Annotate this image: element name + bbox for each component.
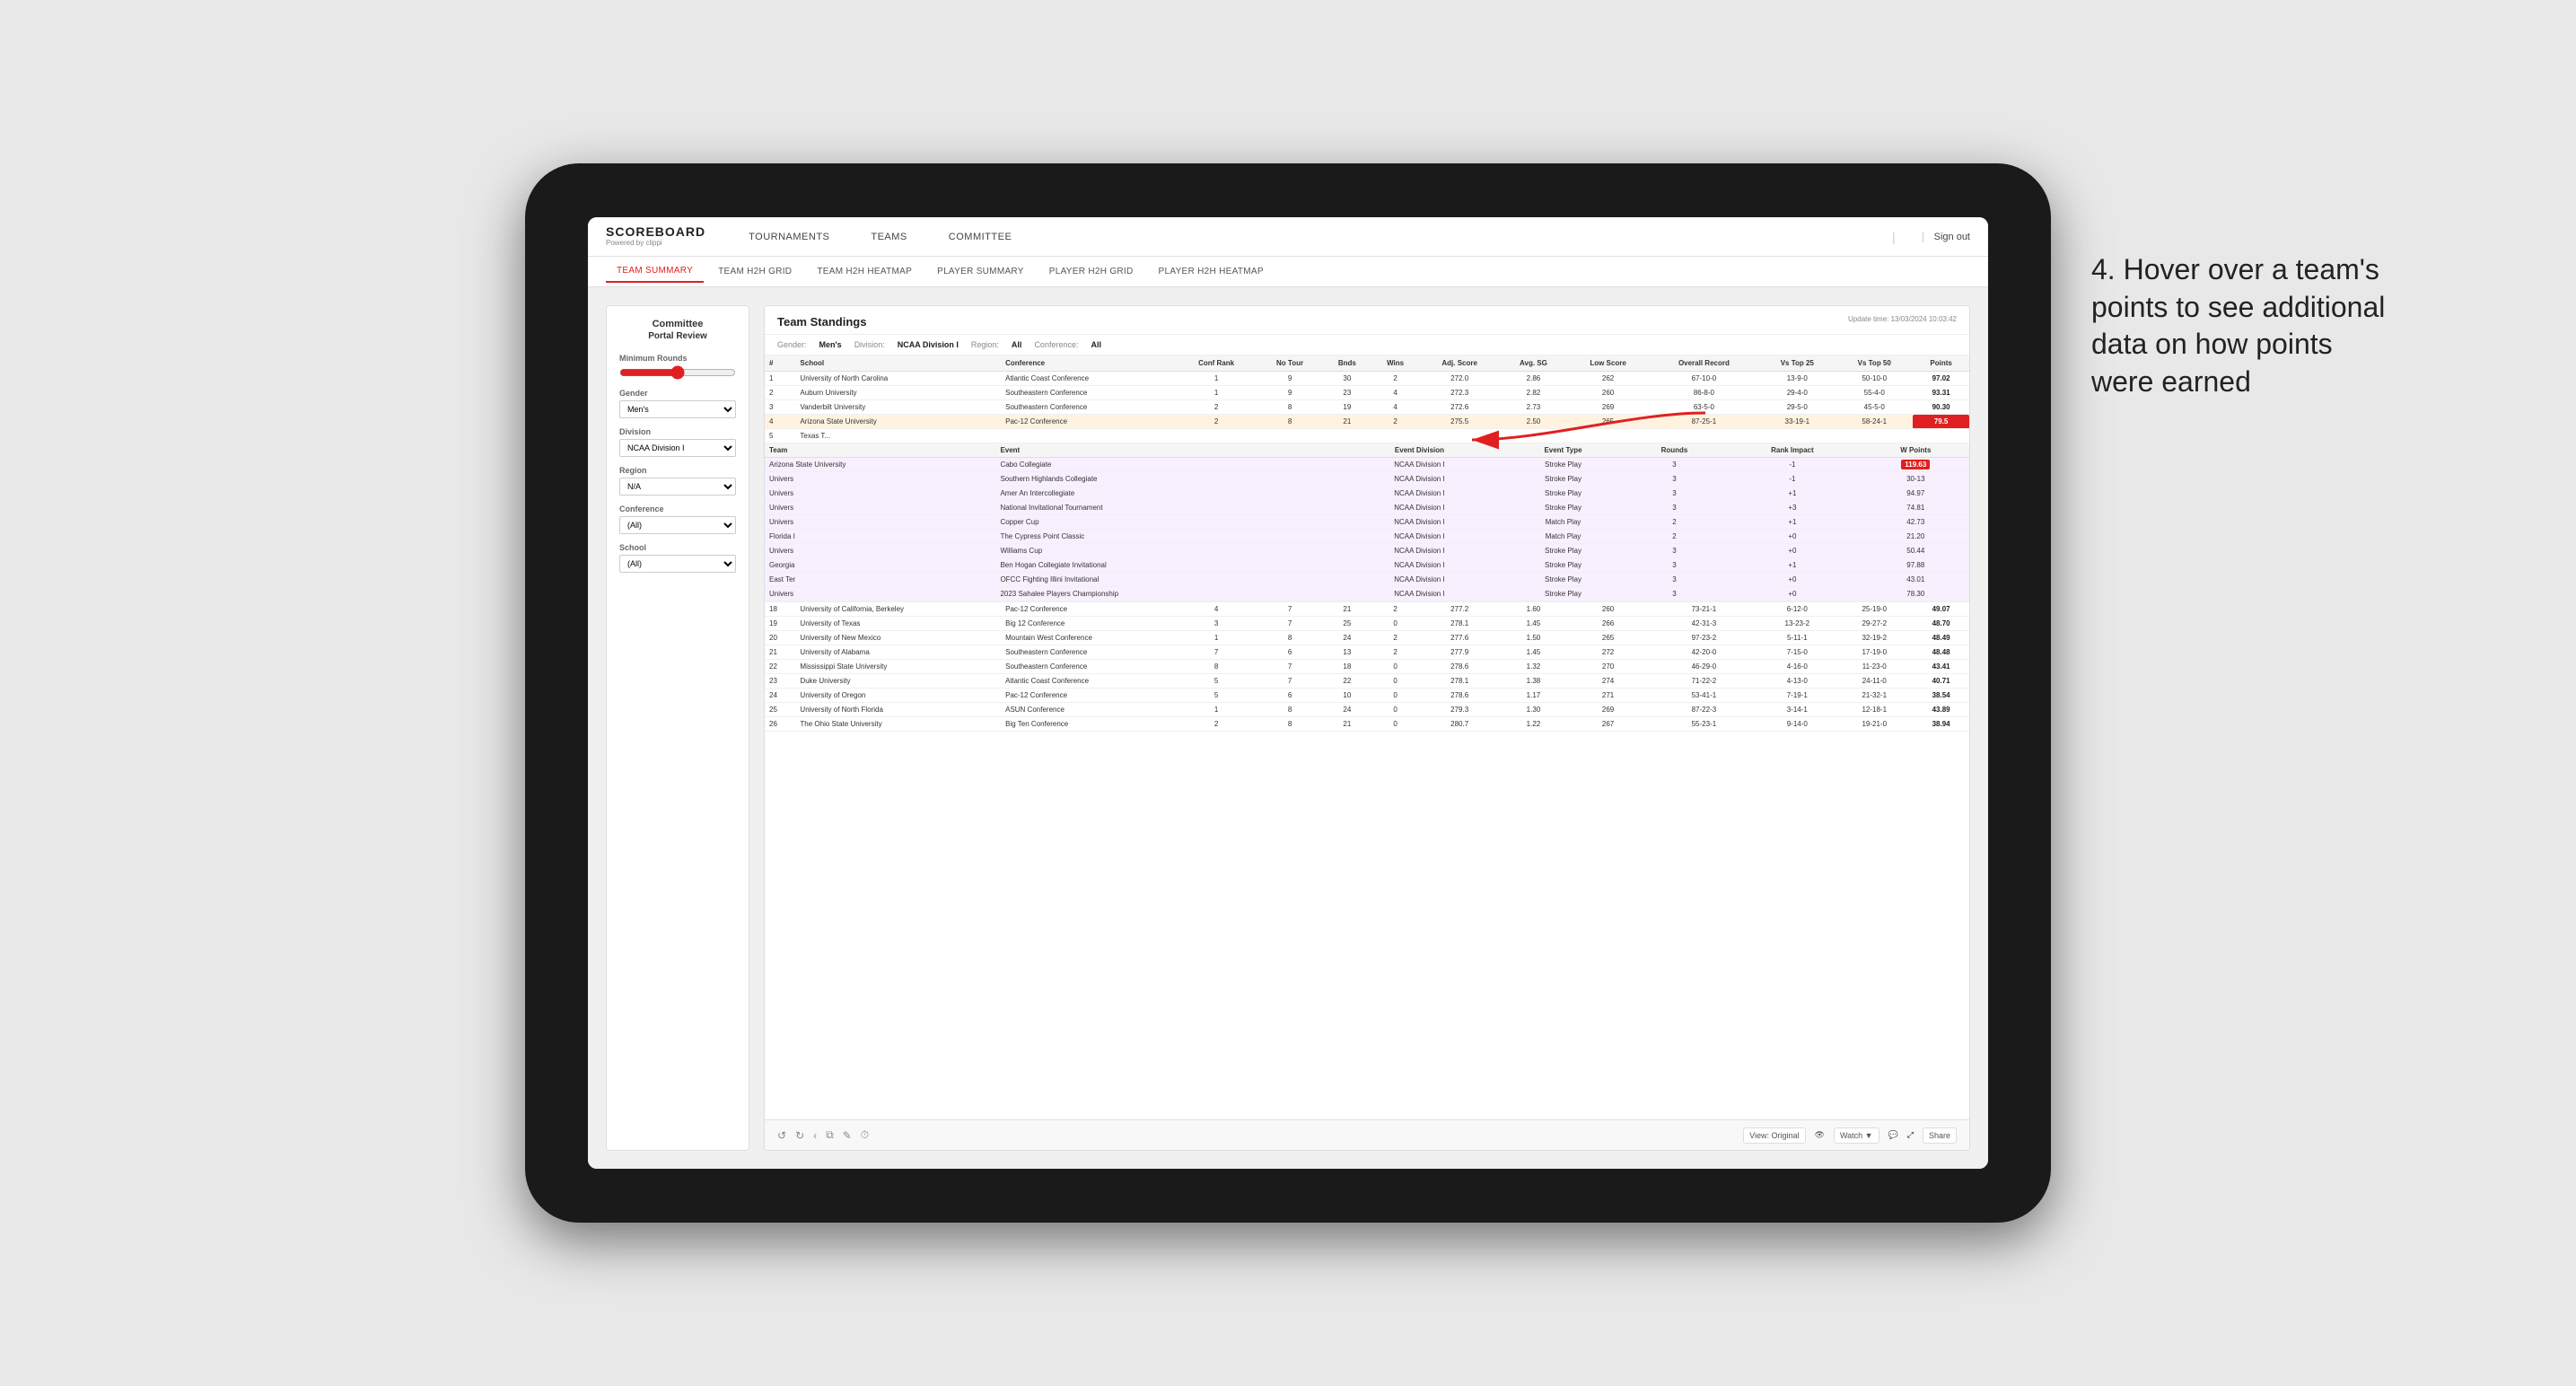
col-low-score: Low Score bbox=[1567, 355, 1650, 372]
table-row[interactable]: 19 University of Texas Big 12 Conference… bbox=[765, 617, 1969, 631]
col-school: School bbox=[795, 355, 1001, 372]
col-rank: # bbox=[765, 355, 795, 372]
sidebar: Committee Portal Review Minimum Rounds G… bbox=[606, 305, 749, 1151]
table-row[interactable]: 25 University of North Florida ASUN Conf… bbox=[765, 703, 1969, 717]
nav-teams[interactable]: TEAMS bbox=[863, 228, 914, 246]
edit-icon[interactable]: ✎ bbox=[843, 1129, 852, 1142]
expand-icon[interactable]: ⤢ bbox=[1907, 1130, 1914, 1140]
col-vs-top50: Vs Top 50 bbox=[1836, 355, 1913, 372]
col-avg-sg: Avg. SG bbox=[1500, 355, 1566, 372]
table-row[interactable]: 5 Texas T... bbox=[765, 429, 1969, 443]
school-select[interactable]: (All) bbox=[619, 555, 736, 573]
gender-filter-label: Gender: bbox=[777, 340, 807, 349]
table-row[interactable]: 2 Auburn University Southeastern Confere… bbox=[765, 386, 1969, 400]
nav-committee[interactable]: COMMITTEE bbox=[942, 228, 1020, 246]
table-row-highlight[interactable]: 4 Arizona State University Pac-12 Confer… bbox=[765, 415, 1969, 429]
panel-header: Team Standings Update time: 13/03/2024 1… bbox=[765, 306, 1969, 335]
col-bnds: Bnds bbox=[1323, 355, 1372, 372]
tablet-screen: SCOREBOARD Powered by clippi TOURNAMENTS… bbox=[588, 217, 1988, 1169]
table-row[interactable]: 22 Mississippi State University Southeas… bbox=[765, 660, 1969, 674]
col-conference: Conference bbox=[1001, 355, 1175, 372]
col-wins: Wins bbox=[1371, 355, 1419, 372]
sidebar-region-label: Region bbox=[619, 466, 736, 475]
col-points: Points bbox=[1913, 355, 1969, 372]
region-select[interactable]: N/A bbox=[619, 478, 736, 496]
tab-player-h2h-heatmap[interactable]: PLAYER H2H HEATMAP bbox=[1148, 261, 1275, 282]
logo-subtext: Powered by clippi bbox=[606, 240, 705, 248]
copy-icon[interactable]: ⧉ bbox=[826, 1128, 834, 1142]
region-filter-value: All bbox=[1012, 340, 1022, 349]
sidebar-subtitle: Portal Review bbox=[619, 331, 736, 341]
col-adj-score: Adj. Score bbox=[1419, 355, 1500, 372]
sidebar-school-label: School bbox=[619, 543, 736, 552]
tab-team-summary[interactable]: TEAM SUMMARY bbox=[606, 260, 704, 283]
sidebar-title: Committee bbox=[619, 319, 736, 329]
sidebar-min-rounds-label: Minimum Rounds bbox=[619, 354, 736, 363]
col-no-tour: No Tour bbox=[1257, 355, 1323, 372]
filter-row: Gender: Men's Division: NCAA Division I … bbox=[765, 335, 1969, 355]
view-original-button[interactable]: View: Original bbox=[1743, 1127, 1805, 1144]
col-conf-rank: Conf Rank bbox=[1176, 355, 1257, 372]
table-row[interactable]: 20 University of New Mexico Mountain Wes… bbox=[765, 631, 1969, 645]
content-panel: Team Standings Update time: 13/03/2024 1… bbox=[764, 305, 1970, 1151]
region-filter-label: Region: bbox=[971, 340, 999, 349]
sign-out-button[interactable]: Sign out bbox=[1923, 232, 1970, 242]
eye-icon: 👁 bbox=[1815, 1130, 1825, 1140]
tab-player-summary[interactable]: PLAYER SUMMARY bbox=[926, 261, 1035, 282]
table-row[interactable]: 21 University of Alabama Southeastern Co… bbox=[765, 645, 1969, 660]
gender-filter-value: Men's bbox=[819, 340, 842, 349]
tab-player-h2h-grid[interactable]: PLAYER H2H GRID bbox=[1038, 261, 1144, 282]
division-select[interactable]: NCAA Division I bbox=[619, 439, 736, 457]
tab-team-h2h-grid[interactable]: TEAM H2H GRID bbox=[707, 261, 802, 282]
conf-filter-value: All bbox=[1091, 340, 1101, 349]
sidebar-division-label: Division bbox=[619, 427, 736, 436]
standings-table: # School Conference Conf Rank No Tour Bn… bbox=[765, 355, 1969, 732]
tab-team-h2h-heatmap[interactable]: TEAM H2H HEATMAP bbox=[806, 261, 923, 282]
col-vs-top25: Vs Top 25 bbox=[1758, 355, 1836, 372]
table-row[interactable]: 18 University of California, Berkeley Pa… bbox=[765, 602, 1969, 617]
logo-text: SCOREBOARD bbox=[606, 225, 705, 239]
undo-icon[interactable]: ↺ bbox=[777, 1129, 786, 1142]
gender-select[interactable]: Men's bbox=[619, 400, 736, 418]
table-row[interactable]: Team Event Event Division Event Type Rou… bbox=[765, 443, 1969, 602]
sidebar-gender-label: Gender bbox=[619, 389, 736, 398]
division-filter-value: NCAA Division I bbox=[898, 340, 959, 349]
conf-filter-label: Conference: bbox=[1034, 340, 1078, 349]
table-row[interactable]: 24 University of Oregon Pac-12 Conferenc… bbox=[765, 689, 1969, 703]
sidebar-conference-label: Conference bbox=[619, 504, 736, 513]
division-filter-label: Division: bbox=[854, 340, 885, 349]
tablet-device: SCOREBOARD Powered by clippi TOURNAMENTS… bbox=[525, 163, 2051, 1223]
redo-icon[interactable]: ↻ bbox=[795, 1129, 804, 1142]
update-time: Update time: 13/03/2024 10:03:42 bbox=[1848, 315, 1957, 323]
table-row[interactable]: 1 University of North Carolina Atlantic … bbox=[765, 372, 1969, 386]
nav-tournaments[interactable]: TOURNAMENTS bbox=[741, 228, 837, 246]
table-container: # School Conference Conf Rank No Tour Bn… bbox=[765, 355, 1969, 1119]
share-button[interactable]: Share bbox=[1923, 1127, 1957, 1144]
main-content: Committee Portal Review Minimum Rounds G… bbox=[588, 287, 1988, 1169]
conference-select[interactable]: (All) bbox=[619, 516, 736, 534]
min-rounds-slider[interactable] bbox=[619, 365, 736, 380]
back-icon[interactable]: ‹ bbox=[813, 1129, 817, 1142]
sub-nav: TEAM SUMMARY TEAM H2H GRID TEAM H2H HEAT… bbox=[588, 257, 1988, 287]
col-overall: Overall Record bbox=[1649, 355, 1758, 372]
panel-title: Team Standings bbox=[777, 315, 866, 329]
table-row[interactable]: 3 Vanderbilt University Southeastern Con… bbox=[765, 400, 1969, 415]
bottom-toolbar: ↺ ↻ ‹ ⧉ ✎ ⏱ View: Original 👁 Watch ▼ 💬 ⤢… bbox=[765, 1119, 1969, 1150]
logo-area: SCOREBOARD Powered by clippi bbox=[606, 225, 705, 247]
annotation-text: 4. Hover over a team's points to see add… bbox=[2091, 251, 2396, 400]
clock-icon[interactable]: ⏱ bbox=[861, 1128, 869, 1142]
comment-icon[interactable]: 💬 bbox=[1888, 1130, 1898, 1140]
nav-divider: | bbox=[1892, 230, 1896, 244]
watch-button[interactable]: Watch ▼ bbox=[1834, 1127, 1879, 1144]
table-row[interactable]: 23 Duke University Atlantic Coast Confer… bbox=[765, 674, 1969, 689]
top-nav: SCOREBOARD Powered by clippi TOURNAMENTS… bbox=[588, 217, 1988, 257]
table-row[interactable]: 26 The Ohio State University Big Ten Con… bbox=[765, 717, 1969, 732]
